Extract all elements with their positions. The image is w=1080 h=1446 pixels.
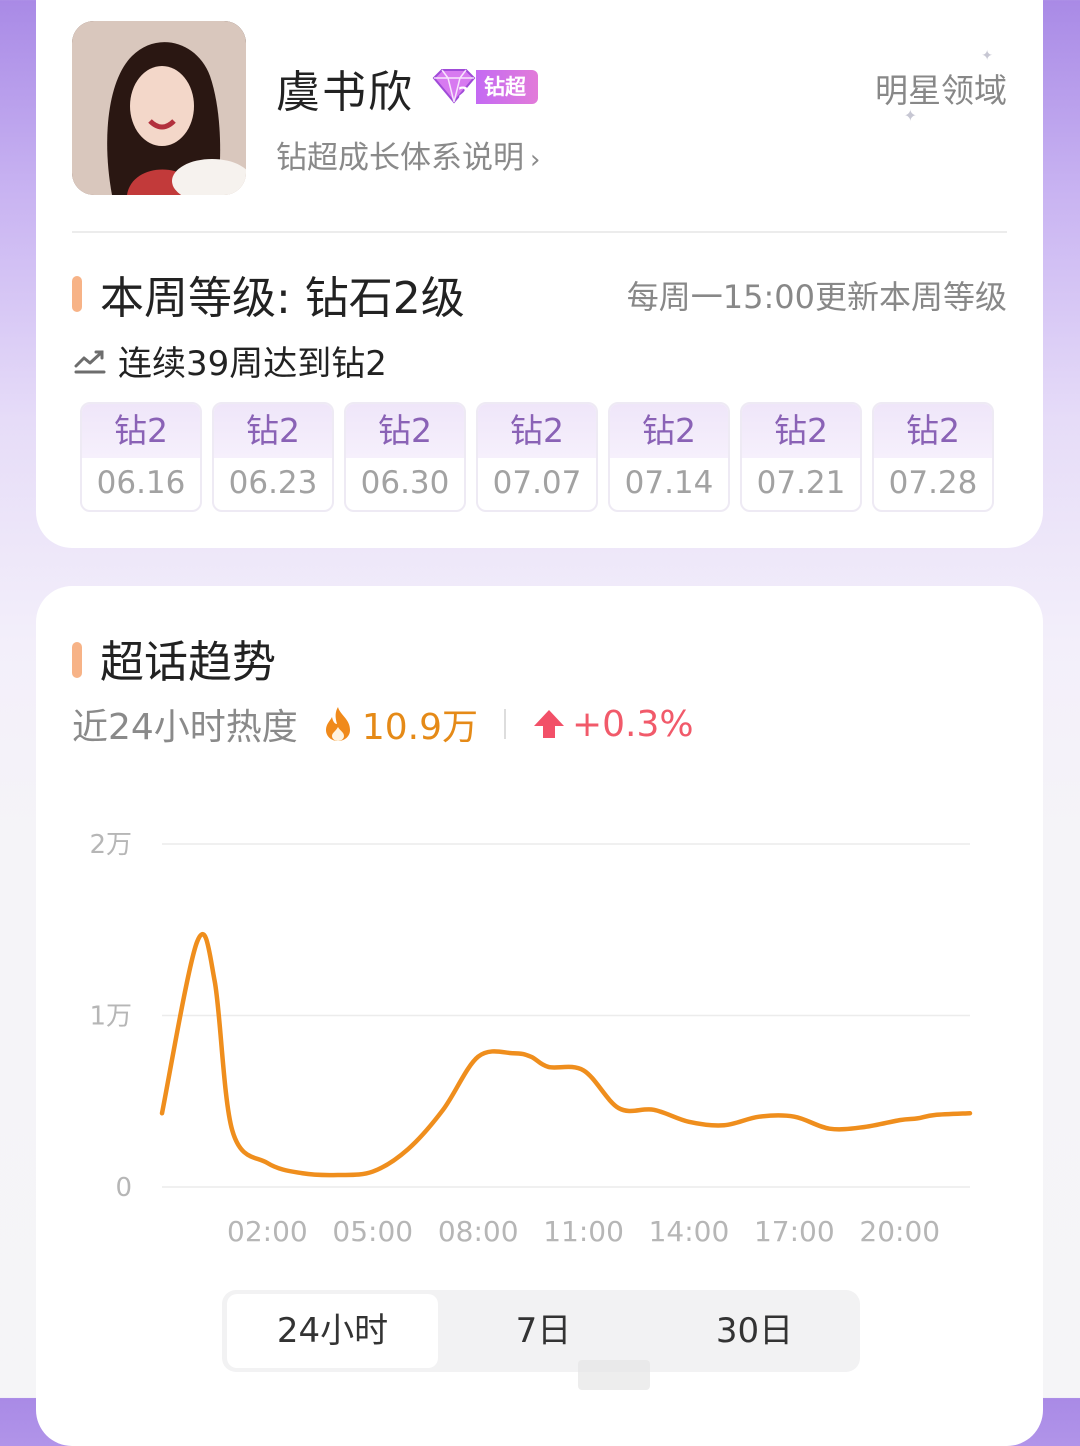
week-level-cell: 钻2 07.14 <box>608 402 730 512</box>
week-level-cell: 钻2 07.21 <box>740 402 862 512</box>
week-level-cell: 钻2 07.07 <box>476 402 598 512</box>
week-date: 06.30 <box>360 465 450 501</box>
avatar-photo-icon <box>72 21 246 195</box>
super-topic-level-card: 虞书欣 2 钻超 钻超成长体系说明 › ✦ ✦ 明星领域 本周等级: 钻石2级 每… <box>36 0 1043 548</box>
x-tick-label: 11:00 <box>543 1215 624 1248</box>
y-tick-label: 1万 <box>89 1002 132 1032</box>
week-level: 钻2 <box>610 404 728 458</box>
avatar[interactable] <box>72 21 246 195</box>
week-date: 07.28 <box>888 465 978 501</box>
trend-up-icon <box>74 350 106 373</box>
level-update-note: 每周一15:00更新本周等级 <box>626 278 1007 316</box>
weekly-level-history: 钻2 06.16 钻2 06.23 钻2 06.30 钻2 07.07 钻2 0… <box>80 402 994 512</box>
x-tick-label: 02:00 <box>227 1215 308 1248</box>
growth-system-link[interactable]: 钻超成长体系说明 › <box>276 132 540 177</box>
streak-text: 连续39周达到钻2 <box>118 344 387 384</box>
y-tick-label: 0 <box>115 1173 132 1203</box>
y-tick-label: 2万 <box>89 830 132 860</box>
week-date: 07.07 <box>492 465 582 501</box>
series-line <box>159 932 973 1178</box>
watermark <box>578 1360 650 1390</box>
x-tick-label: 14:00 <box>649 1215 730 1248</box>
chevron-right-icon: › <box>530 145 541 175</box>
x-tick-label: 08:00 <box>438 1215 519 1248</box>
time-range-tabs: 24小时 7日 30日 <box>222 1290 860 1372</box>
streak-info: 连续39周达到钻2 <box>74 336 387 385</box>
week-date: 06.16 <box>96 465 186 501</box>
tab-7d[interactable]: 7日 <box>438 1294 649 1368</box>
week-level-cell: 钻2 07.28 <box>872 402 994 512</box>
divider <box>72 231 1007 233</box>
badge-label: 钻超 <box>476 70 538 104</box>
diamond-super-badge[interactable]: 2 钻超 <box>428 68 538 106</box>
tab-30d[interactable]: 30日 <box>649 1294 860 1368</box>
week-level: 钻2 <box>214 404 332 458</box>
sparkle-icon: ✦ <box>981 48 993 64</box>
week-level-cell: 钻2 06.16 <box>80 402 202 512</box>
week-date: 06.23 <box>228 465 318 501</box>
growth-link-label: 钻超成长体系说明 <box>276 140 524 176</box>
profile-name: 虞书欣 <box>276 67 414 118</box>
week-level: 钻2 <box>82 404 200 458</box>
x-tick-label: 17:00 <box>754 1215 835 1248</box>
week-date: 07.14 <box>624 465 714 501</box>
tab-24h[interactable]: 24小时 <box>227 1294 438 1368</box>
week-level: 钻2 <box>874 404 992 458</box>
badge-level-number: 2 <box>458 83 469 102</box>
star-realm-link[interactable]: 明星领域 <box>875 64 1007 112</box>
super-topic-trend-card: 超话趋势 近24小时热度 10.9万 +0.3% 0 1万 2万 02:00 05:00… <box>36 586 1043 1446</box>
section-accent-bar <box>72 276 82 312</box>
week-level-cell: 钻2 06.23 <box>212 402 334 512</box>
week-level: 钻2 <box>478 404 596 458</box>
week-level-cell: 钻2 06.30 <box>344 402 466 512</box>
week-level: 钻2 <box>346 404 464 458</box>
x-tick-label: 05:00 <box>332 1215 413 1248</box>
weekly-level-title: 本周等级: 钻石2级 <box>100 273 465 324</box>
diamond-icon: 2 <box>432 69 476 104</box>
week-level: 钻2 <box>742 404 860 458</box>
x-tick-label: 20:00 <box>859 1215 940 1248</box>
week-date: 07.21 <box>756 465 846 501</box>
